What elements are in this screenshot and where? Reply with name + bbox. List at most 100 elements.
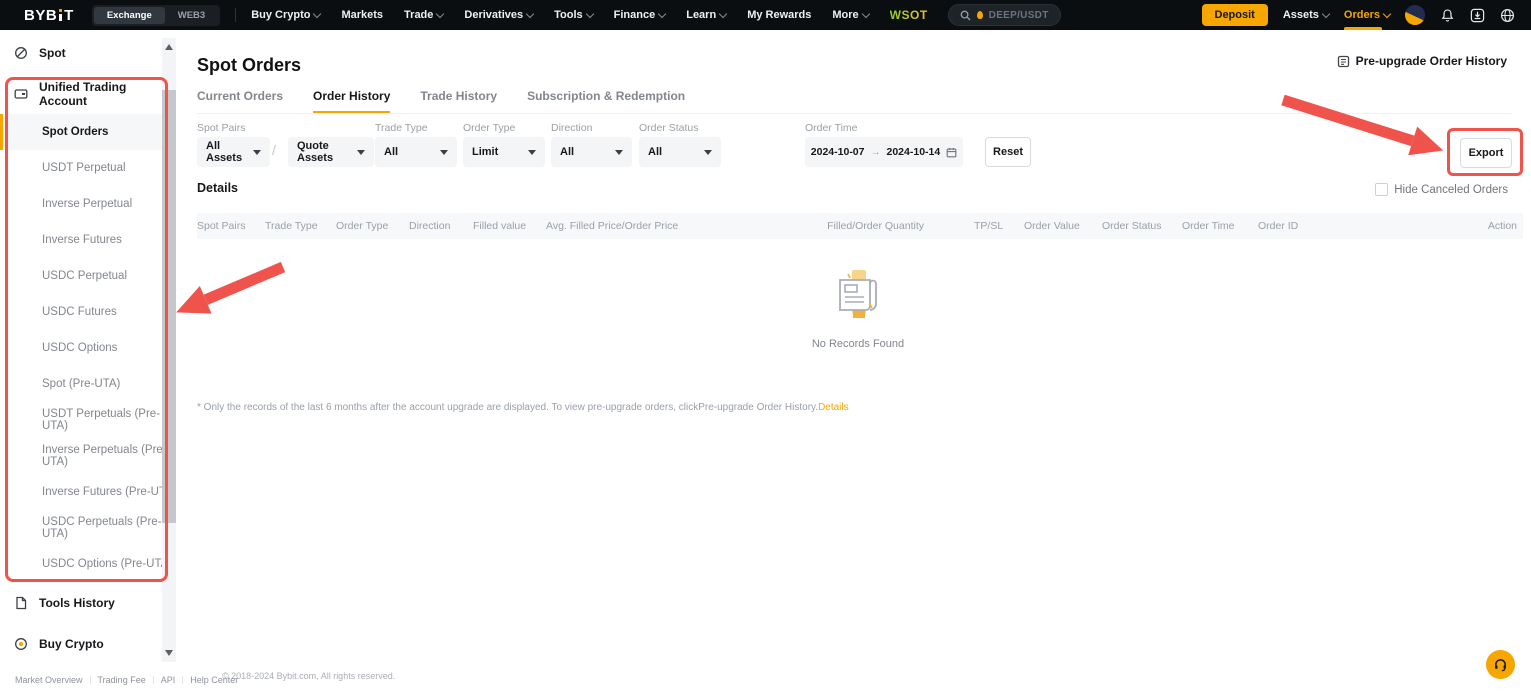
caret-down-icon <box>253 150 261 155</box>
account-card-icon <box>14 87 28 101</box>
sidebar-item-usdt-perpetual[interactable]: USDT Perpetual <box>0 150 185 186</box>
footer-market-overview[interactable]: Market Overview <box>8 675 90 685</box>
col-filled-order-quantity: Filled/Order Quantity <box>813 220 974 232</box>
scroll-up-arrow[interactable] <box>165 44 173 50</box>
details-link[interactable]: Details <box>818 402 849 413</box>
menu-learn[interactable]: Learn <box>686 9 726 21</box>
menu-more[interactable]: More <box>832 9 868 21</box>
bybit-logo[interactable]: BYBT <box>24 7 74 24</box>
menu-tools[interactable]: Tools <box>554 9 593 21</box>
no-records-text: No Records Found <box>812 338 904 350</box>
deposit-button[interactable]: Deposit <box>1202 4 1268 26</box>
tab-current-orders[interactable]: Current Orders <box>197 89 283 113</box>
sidebar-item-inverse-futures[interactable]: Inverse Futures <box>0 222 185 258</box>
col-avg-filled-price: Avg. Filled Price/Order Price <box>546 220 813 232</box>
menu-finance[interactable]: Finance <box>614 9 666 21</box>
orders-table-header: Spot Pairs Trade Type Order Type Directi… <box>197 213 1523 239</box>
menu-my-rewards[interactable]: My Rewards <box>747 9 811 21</box>
footer-links: Market Overview Trading Fee API Help Cen… <box>8 675 245 685</box>
search-icon <box>960 10 971 21</box>
date-range-picker[interactable]: 2024-10-07 → 2024-10-14 <box>805 137 963 167</box>
chevron-down-icon <box>719 9 727 17</box>
sidebar-item-usdc-perpetuals-pre-uta[interactable]: USDC Perpetuals (Pre-UTA) <box>0 510 185 546</box>
logo-i-glyph <box>58 9 63 21</box>
order-type-select[interactable]: Limit <box>463 137 545 167</box>
caret-down-icon <box>615 150 623 155</box>
chevron-down-icon <box>861 9 869 17</box>
main-menu: Buy Crypto Markets Trade Derivatives Too… <box>251 9 868 21</box>
tab-subscription-redemption[interactable]: Subscription & Redemption <box>527 89 685 113</box>
chevron-down-icon <box>585 9 593 17</box>
tab-order-history[interactable]: Order History <box>313 89 390 113</box>
footer-api[interactable]: API <box>154 675 183 685</box>
footnote: * Only the records of the last 6 months … <box>197 402 849 413</box>
chevron-down-icon <box>1322 9 1330 17</box>
caret-down-icon <box>440 150 448 155</box>
download-app-icon[interactable] <box>1470 8 1485 23</box>
sidebar-item-inverse-perpetuals-pre-uta[interactable]: Inverse Perpetuals (Pre-UTA) <box>0 438 185 474</box>
sidebar-item-usdt-perpetuals-pre-uta[interactable]: USDT Perpetuals (Pre-UTA) <box>0 402 185 438</box>
sidebar-section-tools-history[interactable]: Tools History <box>0 582 185 623</box>
footer-help-center[interactable]: Help Center <box>183 675 245 685</box>
language-globe-icon[interactable] <box>1500 8 1515 23</box>
date-to: 2024-10-14 <box>887 146 941 158</box>
quote-asset-select[interactable]: Quote Assets <box>288 137 374 167</box>
direction-select[interactable]: All <box>551 137 632 167</box>
menu-trade[interactable]: Trade <box>404 9 443 21</box>
main-content: Spot Orders Pre-upgrade Order History Cu… <box>185 30 1531 692</box>
footer-trading-fee[interactable]: Trading Fee <box>91 675 153 685</box>
menu-buy-crypto[interactable]: Buy Crypto <box>251 9 320 21</box>
sidebar-scrollbar-thumb[interactable] <box>162 90 176 523</box>
spot-pairs-label: Spot Pairs <box>197 122 245 134</box>
sidebar-item-usdc-options[interactable]: USDC Options <box>0 330 185 366</box>
sidebar-item-inverse-perpetual[interactable]: Inverse Perpetual <box>0 186 185 222</box>
coin-icon <box>14 637 28 651</box>
sidebar-item-usdc-perpetual[interactable]: USDC Perpetual <box>0 258 185 294</box>
sidebar-item-usdc-options-pre-uta[interactable]: USDC Options (Pre-UTA) <box>0 546 185 582</box>
sidebar-section-spot[interactable]: Spot <box>0 32 185 73</box>
customer-support-button[interactable] <box>1486 650 1515 679</box>
nav-divider <box>235 8 236 22</box>
orders-menu[interactable]: Orders <box>1344 9 1390 21</box>
sidebar-item-spot-orders[interactable]: Spot Orders <box>0 114 163 150</box>
tab-trade-history[interactable]: Trade History <box>420 89 497 113</box>
base-asset-select[interactable]: All Assets <box>197 137 270 167</box>
chevron-down-icon <box>526 9 534 17</box>
scroll-down-arrow[interactable] <box>165 650 173 656</box>
sidebar-item-spot-pre-uta[interactable]: Spot (Pre-UTA) <box>0 366 185 402</box>
col-order-status: Order Status <box>1102 220 1182 232</box>
page-title: Spot Orders <box>197 55 301 76</box>
col-filled-value: Filled value <box>473 220 546 232</box>
caret-down-icon <box>704 150 712 155</box>
sidebar-item-inverse-futures-pre-uta[interactable]: Inverse Futures (Pre-UTA) <box>0 474 185 510</box>
toggle-exchange[interactable]: Exchange <box>94 7 165 24</box>
trade-type-select[interactable]: All <box>375 137 457 167</box>
toggle-web3[interactable]: WEB3 <box>165 7 218 24</box>
sidebar-item-usdc-futures[interactable]: USDC Futures <box>0 294 185 330</box>
reset-button[interactable]: Reset <box>985 137 1031 167</box>
notifications-bell-icon[interactable] <box>1440 8 1455 23</box>
user-avatar[interactable] <box>1405 5 1425 25</box>
hide-canceled-checkbox[interactable] <box>1375 183 1388 196</box>
order-tabs: Current Orders Order History Trade Histo… <box>197 89 1511 114</box>
menu-markets[interactable]: Markets <box>341 9 383 21</box>
sidebar-section-buy-crypto[interactable]: Buy Crypto <box>0 623 185 664</box>
search-input[interactable]: DEEP/USDT <box>948 4 1061 26</box>
col-spot-pairs: Spot Pairs <box>197 220 265 232</box>
chevron-down-icon <box>1383 9 1391 17</box>
export-button[interactable]: Export <box>1460 138 1512 168</box>
col-order-time: Order Time <box>1182 220 1258 232</box>
menu-derivatives[interactable]: Derivatives <box>464 9 533 21</box>
assets-menu[interactable]: Assets <box>1283 9 1329 21</box>
history-doc-icon <box>1337 55 1350 68</box>
exchange-web3-toggle: Exchange WEB3 <box>92 5 220 26</box>
hide-canceled-orders-control[interactable]: Hide Canceled Orders <box>1375 183 1508 196</box>
col-order-id: Order ID <box>1258 220 1328 232</box>
col-direction: Direction <box>409 220 473 232</box>
pre-upgrade-order-history-link[interactable]: Pre-upgrade Order History <box>1337 54 1507 68</box>
copyright-text: © 2018-2024 Bybit.com. All rights reserv… <box>222 671 395 681</box>
sidebar-section-unified-trading-account[interactable]: Unified Trading Account <box>0 73 185 114</box>
order-status-label: Order Status <box>639 122 699 134</box>
order-status-select[interactable]: All <box>639 137 721 167</box>
wsot-link[interactable]: WSOT <box>890 8 928 22</box>
